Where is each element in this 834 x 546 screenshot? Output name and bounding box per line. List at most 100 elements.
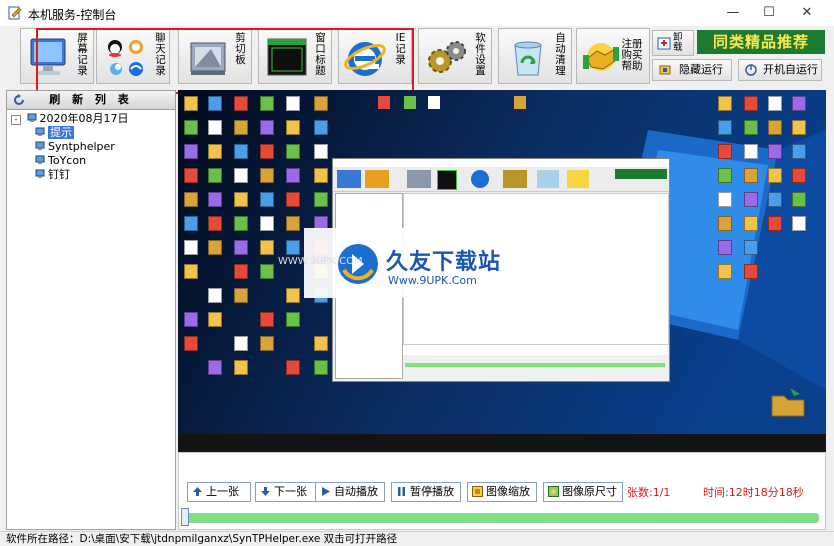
session-tree: - 2020年08月17日 提示 Syntphelper ToYcon 钉钉 (7, 110, 175, 182)
desktop-file-icon (208, 120, 222, 135)
desktop-file-icon (234, 144, 248, 159)
register-help-button[interactable]: 注册购买帮助 (576, 28, 650, 84)
title-bar: 本机服务-控制台 — ☐ ✕ (0, 0, 834, 26)
desktop-file-icon (792, 216, 806, 231)
desktop-file-icon (234, 96, 248, 111)
auto-clean-button[interactable]: 自动清理 (498, 28, 572, 84)
progress-handle[interactable] (181, 508, 189, 526)
next-button[interactable]: 下一张 (255, 482, 319, 502)
desktop-file-icon (286, 360, 300, 375)
desktop-file-icon (744, 144, 758, 159)
clipboard-icon (190, 42, 226, 75)
tree-item[interactable]: 钉钉 (11, 168, 175, 182)
gears-icon (428, 41, 466, 73)
recommend-banner[interactable]: 同类精品推荐 (697, 30, 825, 54)
autostart-button[interactable]: 开机自运行 (738, 59, 822, 81)
playback-controls: 上一张 下一张 自动播放 暂停播放 图像缩放 图像原尺寸 张数:1/1 时间:1… (178, 452, 826, 530)
desktop-file-icon (718, 120, 732, 135)
original-size-button[interactable]: 图像原尺寸 (543, 482, 623, 502)
clipboard-button[interactable]: 剪切板 (178, 28, 252, 84)
scale-button[interactable]: 图像缩放 (467, 482, 537, 502)
desktop-file-icon (286, 288, 300, 303)
screen-record-label: 屏幕记录 (77, 32, 88, 77)
maximize-button[interactable]: ☐ (752, 0, 786, 26)
desktop-file-icon (718, 96, 732, 111)
desktop-file-icon (744, 96, 758, 111)
desktop-file-icon (234, 288, 248, 303)
desktop-file-icon (314, 144, 328, 159)
clipboard-label: 剪切板 (235, 32, 246, 66)
ie-record-label: IE记录 (395, 32, 406, 66)
autoplay-button[interactable]: 自动播放 (315, 482, 385, 502)
up-arrow-icon (193, 487, 202, 496)
tree-item[interactable]: Syntphelper (11, 140, 175, 154)
window-title-label: 窗口标题 (315, 32, 326, 77)
hide-run-button[interactable]: 隐藏运行 (652, 59, 732, 81)
item-icon (35, 127, 45, 136)
uninstall-button[interactable]: 卸载 (652, 30, 694, 56)
desktop-file-icon (718, 192, 732, 207)
desktop-file-icon (768, 216, 782, 231)
chat-record-button[interactable]: 聊天记录 (96, 28, 170, 84)
desktop-file-icon (792, 120, 806, 135)
desktop-file-icon (286, 96, 300, 111)
desktop-file-icon (260, 120, 274, 135)
pause-button[interactable]: 暂停播放 (391, 482, 461, 502)
computer-icon (27, 113, 36, 122)
watermark: 久友下载站 Www.9UPK.Com WWW.9UPK.COM (278, 228, 704, 308)
tree-item[interactable]: ToYcon (11, 154, 175, 168)
desktop-file-icon (260, 96, 274, 111)
item-icon (35, 169, 45, 178)
desktop-file-icon (404, 96, 416, 109)
ie-icon (344, 42, 386, 76)
refresh-list-button[interactable]: 刷 新 列 表 (7, 91, 175, 110)
screenshot-preview[interactable]: 久友下载站 Www.9UPK.Com WWW.9UPK.COM (178, 90, 826, 452)
desktop-file-icon (184, 264, 198, 279)
hide-icon (659, 65, 671, 75)
desktop-file-icon (184, 120, 198, 135)
desktop-file-icon (744, 240, 758, 255)
original-size-label: 图像原尺寸 (562, 485, 617, 498)
chat-record-label: 聊天记录 (155, 32, 166, 77)
app-icon (8, 6, 22, 20)
desktop-file-icon (744, 120, 758, 135)
desktop-file-icon (208, 168, 222, 183)
chat-apps-icon (108, 40, 143, 76)
desktop-file-icon (234, 216, 248, 231)
settings-button[interactable]: 软件设置 (418, 28, 492, 84)
desktop-file-icon (792, 192, 806, 207)
minimize-button[interactable]: — (716, 0, 750, 26)
watermark-prefix: WWW.9UPK.COM (278, 256, 363, 267)
window-title-button[interactable]: 窗口标题 (258, 28, 332, 84)
desktop-file-icon (234, 168, 248, 183)
desktop-file-icon (208, 312, 222, 327)
image-scale-icon (472, 486, 483, 497)
desktop-file-icon (718, 168, 732, 183)
desktop-file-icon (768, 144, 782, 159)
toolbar: 屏幕记录 聊天记录 剪切板 窗口标题 IE记录 软件设置 自动清理 注册购买帮助… (0, 26, 834, 88)
screen-record-button[interactable]: 屏幕记录 (20, 28, 94, 84)
pause-label: 暂停播放 (410, 485, 454, 498)
prev-button[interactable]: 上一张 (187, 482, 251, 502)
folder-icon (771, 388, 805, 417)
desktop-file-icon (744, 264, 758, 279)
desktop-file-icon (208, 192, 222, 207)
monitor-icon (30, 38, 66, 75)
status-bar[interactable]: 软件所在路径：D:\桌面\安下载\jtdnpmilganxz\SynTPHelp… (0, 531, 834, 545)
close-button[interactable]: ✕ (790, 0, 824, 26)
desktop-file-icon (260, 336, 274, 351)
item-icon (35, 141, 45, 150)
ie-record-button[interactable]: IE记录 (338, 28, 412, 84)
desktop-file-icon (260, 216, 274, 231)
desktop-file-icon (792, 96, 806, 111)
tree-item[interactable]: 提示 (11, 126, 175, 140)
window-icon (267, 38, 307, 76)
tree-item-label: Syntphelper (48, 140, 115, 153)
uninstall-icon (657, 37, 671, 50)
tree-date-node[interactable]: - 2020年08月17日 (11, 112, 175, 126)
progress-track[interactable] (183, 513, 819, 523)
window-title: 本机服务-控制台 (28, 8, 117, 22)
desktop-file-icon (378, 96, 390, 109)
desktop-file-icon (260, 312, 274, 327)
desktop-file-icon (286, 216, 300, 231)
